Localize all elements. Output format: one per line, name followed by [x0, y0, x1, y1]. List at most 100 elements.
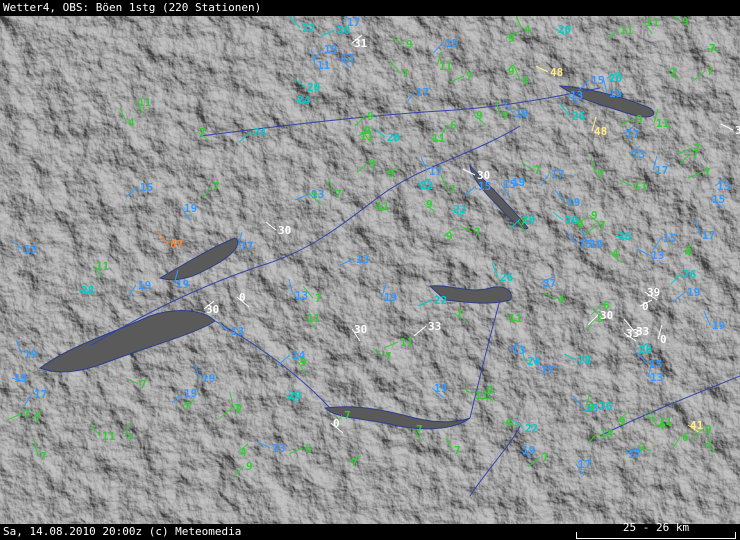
- station-gust-value: 15: [609, 87, 622, 100]
- station-gust-value: 11: [138, 96, 152, 109]
- station-gust-value: 13: [231, 325, 244, 338]
- station-gust-value: 19: [324, 43, 337, 56]
- station-gust-value: 26: [500, 271, 514, 284]
- station-gust-value: 7: [140, 378, 147, 391]
- station-gust-value: 7: [213, 180, 220, 193]
- station-gust-value: 7: [454, 444, 461, 457]
- station-gust-value: 15: [445, 37, 458, 50]
- map-title: Wetter4, OBS: Böen 1stg (220 Stationen): [3, 1, 262, 14]
- station-gust-value: 17: [626, 128, 639, 141]
- station-gust-value: 4: [524, 23, 531, 36]
- station-gust-value: 17: [429, 165, 442, 178]
- station-gust-value: 22: [420, 179, 433, 192]
- station-gust-value: 9: [426, 198, 433, 211]
- station-gust-value: 0: [660, 333, 667, 346]
- station-gust-value: 15: [140, 181, 153, 194]
- station-gust-value: 19: [202, 372, 215, 385]
- station-gust-value: 30: [278, 224, 291, 237]
- station-gust-value: 48: [550, 66, 563, 79]
- station-gust-value: 9: [388, 167, 395, 180]
- station-gust-value: 9: [597, 167, 604, 180]
- station-gust-value: 22: [434, 294, 447, 307]
- station-gust-value: 26: [683, 268, 697, 281]
- station-gust-value: 33: [626, 327, 639, 340]
- station-gust-value: 7: [335, 188, 342, 201]
- station-gust-value: 11: [102, 430, 116, 443]
- station-gust-value: 11: [432, 132, 446, 145]
- station-gust-value: 4: [685, 246, 692, 259]
- station-gust-value: 0: [333, 417, 340, 430]
- station-gust-value: 26: [572, 110, 586, 123]
- station-gust-value: 11: [400, 336, 414, 349]
- station-gust-value: 24: [253, 126, 267, 139]
- station-gust-value: 67: [170, 238, 183, 251]
- station-gust-value: 22: [525, 422, 538, 435]
- station-gust-value: 30: [354, 323, 367, 336]
- station-gust-value: 20: [337, 24, 350, 37]
- station-gust-value: 30: [600, 309, 613, 322]
- station-gust-value: 22: [302, 22, 315, 35]
- station-gust-value: 15: [591, 74, 604, 87]
- station-gust-value: 6: [682, 431, 689, 444]
- station-gust-value: 7: [704, 166, 711, 179]
- station-gust-value: 7: [542, 451, 549, 464]
- station-gust-value: 4: [128, 116, 135, 129]
- station-gust-value: 9: [636, 113, 643, 126]
- station-gust-value: 7: [502, 110, 509, 123]
- station-gust-value: 17: [578, 458, 591, 471]
- station-gust-value: 11: [439, 60, 453, 73]
- station-gust-value: 22: [453, 203, 466, 216]
- map-frame: Wetter4, OBS: Böen 1stg (220 Stationen): [0, 0, 740, 540]
- station-gust-value: 13: [341, 52, 354, 65]
- station-gust-value: 11: [475, 389, 489, 402]
- station-gust-value: 7: [639, 441, 646, 454]
- station-gust-value: 13: [650, 371, 663, 384]
- station-gust-value: 7: [709, 42, 716, 55]
- station-gust-value: 13: [295, 289, 308, 302]
- station-gust-value: 15: [649, 358, 662, 371]
- station-gust-value: 28: [578, 354, 591, 367]
- station-gust-value: 26: [387, 131, 401, 144]
- station-gust-value: 15: [712, 193, 725, 206]
- station-gust-value: 7: [670, 66, 677, 79]
- station-gust-value: 26: [618, 230, 632, 243]
- station-gust-value: 7: [474, 226, 481, 239]
- station-gust-value: 19: [687, 286, 700, 299]
- timestamp-copyright: Sa, 14.08.2010 20:00z (c) Meteomedia: [3, 525, 242, 538]
- station-gust-value: 9: [508, 65, 515, 78]
- station-gust-value: 7: [351, 456, 358, 469]
- station-gust-value: 0: [239, 291, 246, 304]
- station-gust-value: 19: [384, 291, 397, 304]
- station-gust-value: 13: [272, 442, 285, 455]
- station-gust-value: 4: [505, 416, 512, 429]
- station-gust-value: 17: [416, 86, 429, 99]
- station-gust-value: 19: [14, 372, 27, 385]
- station-gust-value: 7: [599, 219, 606, 232]
- station-gust-value: 7: [127, 431, 134, 444]
- station-gust-value: 7: [199, 126, 206, 139]
- station-gust-value: 17: [240, 240, 253, 253]
- station-gust-value: 7: [456, 307, 463, 320]
- station-gust-value: 13: [570, 89, 583, 102]
- station-gust-value: 48: [594, 125, 607, 138]
- station-gust-value: 19: [512, 176, 525, 189]
- station-gust-value: 6: [305, 442, 312, 455]
- station-gust-value: 9: [476, 109, 483, 122]
- station-gust-value: 20: [609, 72, 622, 85]
- status-bar: Sa, 14.08.2010 20:00z (c) Meteomedia 25 …: [0, 521, 740, 540]
- station-gust-value: 16: [515, 107, 529, 120]
- station-gust-value: 7: [40, 450, 47, 463]
- station-gust-value: 7: [707, 65, 714, 78]
- station-gust-value: 20: [565, 214, 578, 227]
- station-gust-value: 19: [567, 196, 580, 209]
- station-gust-value: 11: [317, 59, 331, 72]
- station-gust-value: 11: [307, 312, 321, 325]
- station-gust-value: 13: [512, 344, 525, 357]
- station-gust-value: 9: [591, 209, 598, 222]
- station-gust-value: 19: [522, 444, 535, 457]
- station-gust-value: 26: [599, 400, 613, 413]
- station-gust-value: 11: [96, 260, 110, 273]
- station-gust-value: 4: [522, 74, 529, 87]
- station-gust-value: 15: [478, 180, 491, 193]
- station-gust-value: 33: [735, 124, 740, 137]
